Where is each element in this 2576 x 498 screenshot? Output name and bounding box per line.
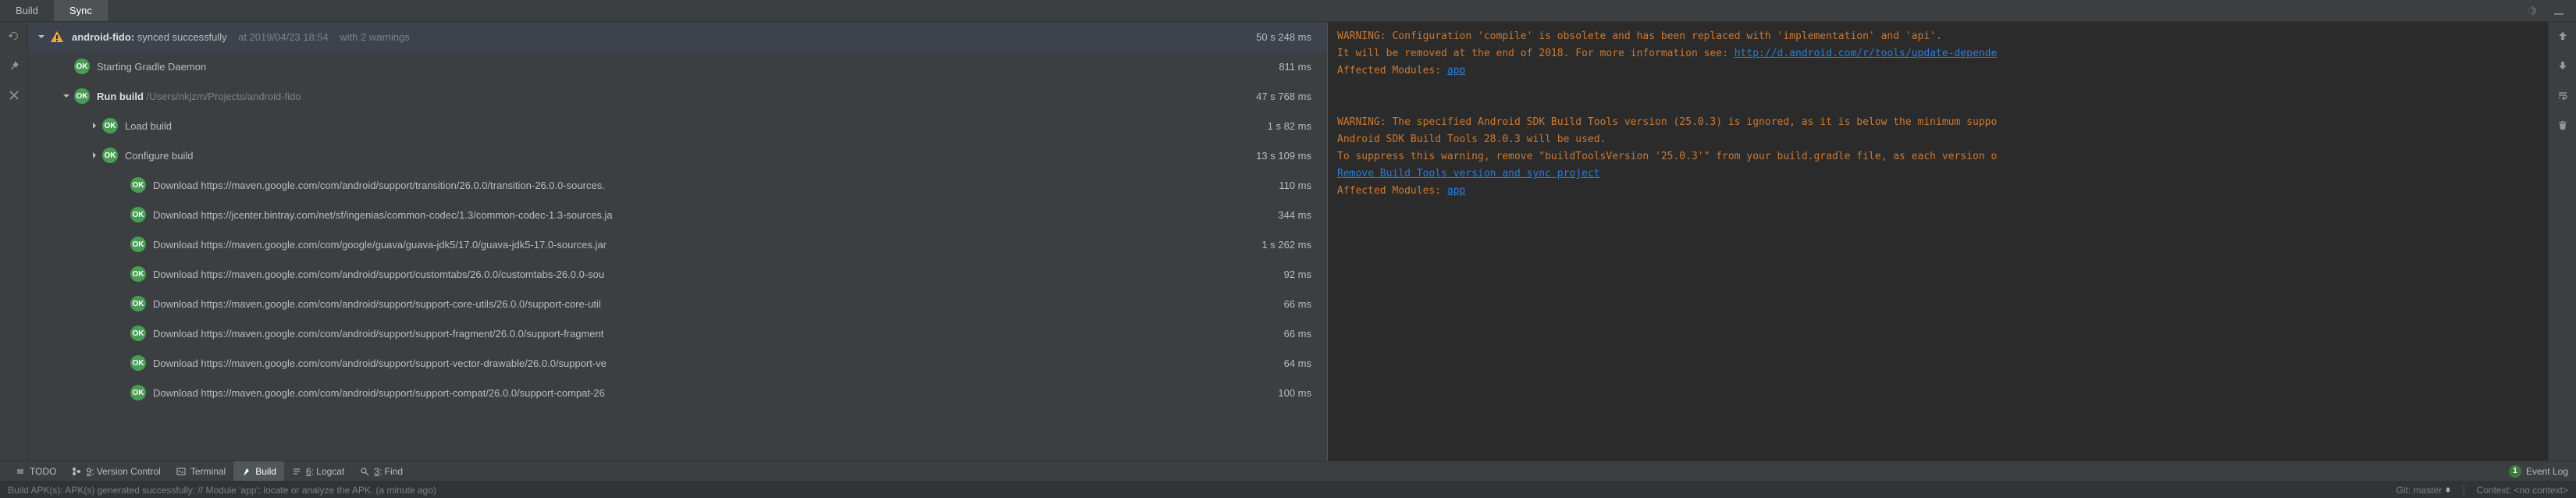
terminal-button[interactable]: Terminal: [169, 461, 233, 481]
right-tool-gutter: [2548, 22, 2576, 461]
tree-row-label: Download https://maven.google.com/com/an…: [153, 387, 605, 399]
tree-row-time: 100 ms: [1262, 387, 1311, 399]
status-bar: Build APK(s): APK(s) generated successfu…: [0, 481, 2576, 498]
trash-icon[interactable]: [2555, 117, 2571, 133]
tree-row-label: Download https://maven.google.com/com/an…: [153, 298, 601, 310]
find-button[interactable]: 3: Find: [352, 461, 411, 481]
ok-icon: OK: [130, 265, 147, 283]
tree-row-time: 344 ms: [1262, 209, 1311, 221]
sync-icon[interactable]: [6, 28, 22, 44]
ok-icon: OK: [130, 325, 147, 342]
event-log-button[interactable]: Event Log: [2526, 466, 2568, 477]
tree-row-time: 811 ms: [1263, 61, 1311, 73]
sync-tree: android-fido: synced successfully at 201…: [28, 22, 1327, 461]
tree-row-label: Starting Gradle Daemon: [97, 61, 206, 73]
tree-row[interactable]: OK Download https://maven.google.com/com/…: [28, 318, 1327, 348]
link-affected-module-app-1[interactable]: app: [1447, 65, 1465, 76]
pin-icon[interactable]: [6, 58, 22, 73]
ok-icon: OK: [130, 354, 147, 372]
chevron-right-icon[interactable]: [87, 119, 101, 133]
tree-row[interactable]: OK Download https://maven.google.com/com/…: [28, 170, 1327, 200]
sync-root-row[interactable]: android-fido: synced successfully at 201…: [28, 22, 1327, 52]
tree-row-time: 110 ms: [1263, 180, 1311, 191]
ok-icon: OK: [101, 147, 119, 164]
warnings-output: WARNING: Configuration 'compile' is obso…: [1327, 22, 2548, 461]
tree-row-time: 64 ms: [1268, 357, 1311, 369]
tool-window-bar: TODO 9: Version Control Terminal Build 6…: [0, 461, 2576, 481]
tree-row-label: Download https://maven.google.com/com/an…: [153, 357, 607, 369]
context-label[interactable]: Context: <no context>: [2477, 485, 2568, 496]
arrow-up-icon[interactable]: [2555, 28, 2571, 44]
tab-build[interactable]: Build: [0, 0, 54, 21]
ok-icon: OK: [101, 117, 119, 134]
ok-icon: OK: [130, 295, 147, 312]
close-icon[interactable]: [6, 87, 22, 103]
ok-icon: OK: [130, 236, 147, 253]
wrap-icon[interactable]: [2555, 87, 2571, 103]
ok-icon: OK: [130, 384, 147, 401]
chevron-right-icon[interactable]: [87, 148, 101, 162]
gear-icon[interactable]: [2523, 3, 2539, 19]
tree-row[interactable]: OK Download https://jcenter.bintray.com/n…: [28, 200, 1327, 229]
warning-icon: [48, 28, 66, 45]
arrow-down-icon[interactable]: [2555, 58, 2571, 73]
event-log-badge: 1: [2509, 465, 2521, 478]
tree-row-label: Load build: [125, 120, 172, 132]
left-tool-gutter: [0, 22, 28, 461]
tree-row-time: 92 ms: [1268, 269, 1311, 280]
tree-row-label: Download https://maven.google.com/com/an…: [153, 269, 604, 280]
logcat-button[interactable]: 6: Logcat: [284, 461, 352, 481]
tree-row-label: Download https://maven.google.com/com/go…: [153, 239, 607, 251]
tree-row[interactable]: OK Download https://maven.google.com/com/…: [28, 289, 1327, 318]
tree-row-time: 1 s 262 ms: [1246, 239, 1311, 251]
tree-row[interactable]: OK Download https://maven.google.com/com/…: [28, 259, 1327, 289]
tree-row[interactable]: OK Configure build 13 s 109 ms: [28, 141, 1327, 170]
todo-button[interactable]: TODO: [8, 461, 64, 481]
tree-row[interactable]: OK Starting Gradle Daemon 811 ms: [28, 52, 1327, 81]
tree-row-label: Download https://maven.google.com/com/an…: [153, 328, 603, 340]
sync-root-time: 50 s 248 ms: [1240, 31, 1311, 43]
tree-row-time: 66 ms: [1268, 298, 1311, 310]
tree-row-label: Download https://jcenter.bintray.com/net…: [153, 209, 613, 221]
sync-root-label: android-fido: synced successfully at 201…: [72, 31, 410, 43]
git-branch[interactable]: Git: master: [2396, 485, 2451, 496]
tree-row[interactable]: OK Download https://maven.google.com/com/…: [28, 348, 1327, 378]
tool-window-tabs: Build Sync: [0, 0, 2576, 22]
tree-row[interactable]: OK Download https://maven.google.com/com/…: [28, 378, 1327, 407]
tab-sync[interactable]: Sync: [54, 0, 108, 21]
link-remove-buildtools[interactable]: Remove Build Tools version and sync proj…: [1337, 168, 1600, 180]
minimize-icon[interactable]: [2551, 3, 2567, 19]
tree-row-time: 66 ms: [1268, 328, 1311, 340]
link-update-dependencies[interactable]: http://d.android.com/r/tools/update-depe…: [1735, 48, 1998, 59]
tree-row[interactable]: OK Load build 1 s 82 ms: [28, 111, 1327, 141]
tree-row-time: 13 s 109 ms: [1240, 150, 1311, 162]
status-message: Build APK(s): APK(s) generated successfu…: [8, 485, 436, 496]
ok-icon: OK: [130, 206, 147, 223]
tree-row[interactable]: OK Run build /Users/nkjzm/Projects/androi…: [28, 81, 1327, 111]
tree-row-label: Download https://maven.google.com/com/an…: [153, 180, 605, 191]
tree-row-time: 1 s 82 ms: [1252, 120, 1311, 132]
ok-icon: OK: [73, 87, 91, 105]
ok-icon: OK: [73, 58, 91, 75]
build-button[interactable]: Build: [233, 461, 284, 481]
version-control-button[interactable]: 9: Version Control: [64, 461, 168, 481]
chevron-down-icon[interactable]: [59, 89, 73, 103]
tree-row-time: 47 s 768 ms: [1240, 91, 1311, 102]
chevron-down-icon[interactable]: [34, 30, 48, 44]
tree-row[interactable]: OK Download https://maven.google.com/com/…: [28, 229, 1327, 259]
link-affected-module-app-2[interactable]: app: [1447, 185, 1465, 197]
tree-row-label: Run build /Users/nkjzm/Projects/android-…: [97, 91, 301, 102]
tree-row-label: Configure build: [125, 150, 193, 162]
ok-icon: OK: [130, 176, 147, 194]
